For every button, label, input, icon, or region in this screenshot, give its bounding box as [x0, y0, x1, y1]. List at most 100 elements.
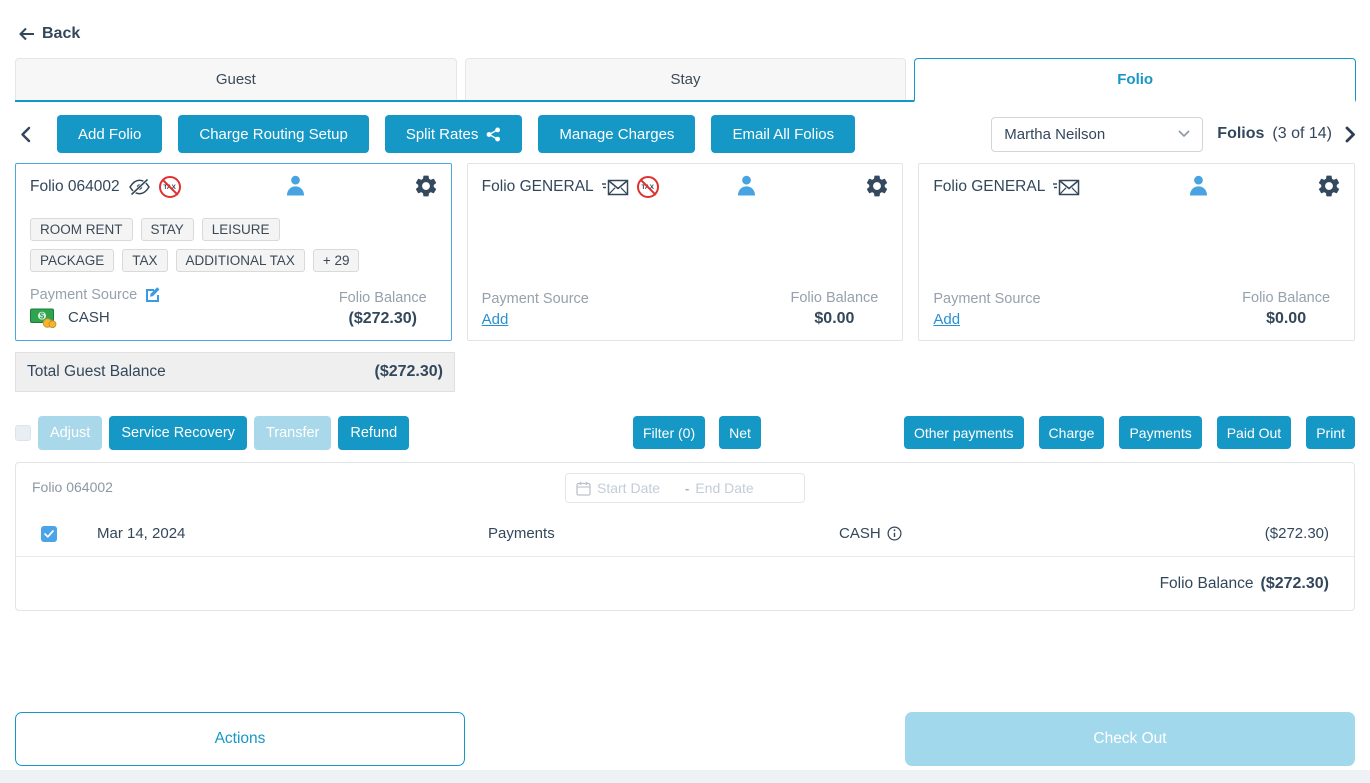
transfer-button[interactable]: Transfer: [254, 416, 331, 450]
service-recovery-button[interactable]: Service Recovery: [109, 416, 247, 450]
folio-card-064002[interactable]: Folio 064002 TAX: [15, 163, 452, 341]
end-date-input[interactable]: [695, 480, 777, 496]
folio-card-general-2[interactable]: Folio GENERAL: [918, 163, 1355, 341]
gear-icon: [1316, 173, 1342, 199]
back-label: Back: [42, 25, 80, 43]
right-actions: Other payments Charge Payments Paid Out …: [904, 416, 1355, 449]
bottom-strip: [0, 770, 1370, 783]
gear-icon: [864, 173, 890, 199]
payment-source-block: Payment Source Add: [482, 291, 589, 328]
guest-person-button[interactable]: [286, 175, 305, 196]
start-date-input[interactable]: [597, 480, 679, 496]
date-range-picker[interactable]: -: [565, 473, 805, 503]
gear-icon: [413, 173, 439, 199]
tab-guest[interactable]: Guest: [15, 58, 457, 100]
person-icon: [1189, 175, 1208, 196]
folio-tag: STAY: [141, 218, 194, 241]
total-guest-balance-label: Total Guest Balance: [27, 363, 166, 381]
folio-card-header: Folio GENERAL TAX: [482, 175, 889, 199]
folio-tag: ADDITIONAL TAX: [176, 249, 305, 272]
other-payments-button[interactable]: Other payments: [904, 416, 1024, 449]
paid-out-button[interactable]: Paid Out: [1217, 416, 1291, 449]
folio-balance-value: ($272.30): [348, 310, 417, 328]
guest-person-button[interactable]: [737, 175, 756, 196]
charge-routing-setup-button[interactable]: Charge Routing Setup: [178, 115, 368, 153]
transaction-method: CASH: [839, 525, 902, 542]
transactions-actions-row: Adjust Service Recovery Transfer Refund …: [15, 415, 1355, 450]
total-guest-balance-bar: Total Guest Balance ($272.30): [15, 352, 455, 392]
split-rates-label: Split Rates: [406, 126, 479, 143]
folio-card-header: Folio 064002 TAX: [30, 175, 437, 199]
payment-source-block: Payment Source $: [30, 286, 161, 328]
payments-button[interactable]: Payments: [1119, 416, 1201, 449]
payment-source-block: Payment Source Add: [933, 291, 1040, 328]
total-guest-balance-value: ($272.30): [375, 363, 444, 381]
prev-folio-button[interactable]: [15, 120, 35, 148]
folio-toolbar: Add Folio Charge Routing Setup Split Rat…: [15, 115, 1360, 153]
table-folio-label: Folio 064002: [32, 479, 113, 495]
edit-pencil-icon[interactable]: [144, 286, 161, 303]
transaction-row[interactable]: Mar 14, 2024 Payments CASH ($272.30): [16, 511, 1354, 557]
back-button[interactable]: Back: [18, 25, 80, 43]
add-folio-label: Add Folio: [78, 126, 141, 143]
next-folio-button[interactable]: [1340, 120, 1360, 148]
check-out-button[interactable]: Check Out: [905, 712, 1355, 766]
check-icon: [44, 530, 54, 538]
no-tax-icon-text: TAX: [163, 184, 176, 191]
adjust-button[interactable]: Adjust: [38, 416, 102, 450]
net-button[interactable]: Net: [719, 416, 761, 449]
payment-method: $ CASH: [30, 307, 161, 328]
chevron-down-icon: [1178, 130, 1190, 138]
chevron-right-icon: [1345, 126, 1356, 143]
folio-card-title: Folio GENERAL: [482, 178, 594, 196]
select-all-checkbox[interactable]: [15, 425, 31, 441]
folio-card-footer: Payment Source Add Folio Balance $0.00: [482, 290, 889, 328]
tab-stay[interactable]: Stay: [465, 58, 907, 100]
folio-balance-label: Folio Balance: [339, 290, 427, 306]
folio-settings-button[interactable]: [1316, 173, 1342, 199]
folio-tag: TAX: [122, 249, 167, 272]
person-icon: [286, 175, 305, 196]
no-tax-icon: TAX: [637, 176, 659, 198]
folio-tag: LEISURE: [202, 218, 280, 241]
transactions-table: Folio 064002 - Mar 14, 2024 Payme: [15, 462, 1355, 611]
transaction-amount: ($272.30): [1265, 525, 1329, 542]
more-tags-badge[interactable]: + 29: [313, 249, 360, 272]
cash-icon: $: [30, 307, 58, 328]
no-tax-icon-text: TAX: [641, 184, 654, 191]
folio-balance-value: $0.00: [1266, 310, 1306, 328]
transaction-type: Payments: [488, 525, 555, 542]
tabbar: Guest Stay Folio: [15, 58, 1356, 102]
charge-button[interactable]: Charge: [1039, 416, 1105, 449]
split-rates-button[interactable]: Split Rates: [385, 115, 523, 153]
actions-button[interactable]: Actions: [15, 712, 465, 766]
row-checkbox[interactable]: [41, 526, 57, 542]
folio-balance-block: Folio Balance $0.00: [790, 290, 878, 328]
folio-balance-block: Folio Balance $0.00: [1242, 290, 1330, 328]
folios-pagination: Folios (3 of 14): [1217, 120, 1360, 148]
filter-actions: Filter (0) Net: [633, 416, 761, 449]
tab-folio[interactable]: Folio: [914, 58, 1356, 102]
folio-settings-button[interactable]: [413, 173, 439, 199]
refund-button[interactable]: Refund: [338, 416, 409, 450]
folio-card-title: Folio 064002: [30, 178, 120, 196]
print-button[interactable]: Print: [1306, 416, 1355, 449]
payment-source-label: Payment Source: [933, 291, 1040, 307]
guest-select[interactable]: Martha Neilson: [991, 117, 1203, 152]
folio-card-general-1[interactable]: Folio GENERAL TAX: [467, 163, 904, 341]
charge-tags: ROOM RENT STAY LEISURE PACKAGE TAX ADDIT…: [30, 218, 370, 272]
add-payment-source-link[interactable]: Add: [933, 311, 960, 328]
payment-source-label: Payment Source: [482, 291, 589, 307]
add-payment-source-link[interactable]: Add: [482, 311, 509, 328]
folio-card-title: Folio GENERAL: [933, 178, 1045, 196]
folio-card-header: Folio GENERAL: [933, 175, 1340, 199]
table-folio-balance-label: Folio Balance: [1160, 575, 1254, 593]
folio-settings-button[interactable]: [864, 173, 890, 199]
filter-button[interactable]: Filter (0): [633, 416, 705, 449]
manage-charges-button[interactable]: Manage Charges: [538, 115, 695, 153]
folio-cards: Folio 064002 TAX: [15, 163, 1355, 341]
guest-person-button[interactable]: [1189, 175, 1208, 196]
email-all-folios-button[interactable]: Email All Folios: [711, 115, 855, 153]
add-folio-button[interactable]: Add Folio: [57, 115, 162, 153]
info-icon[interactable]: [887, 526, 902, 541]
